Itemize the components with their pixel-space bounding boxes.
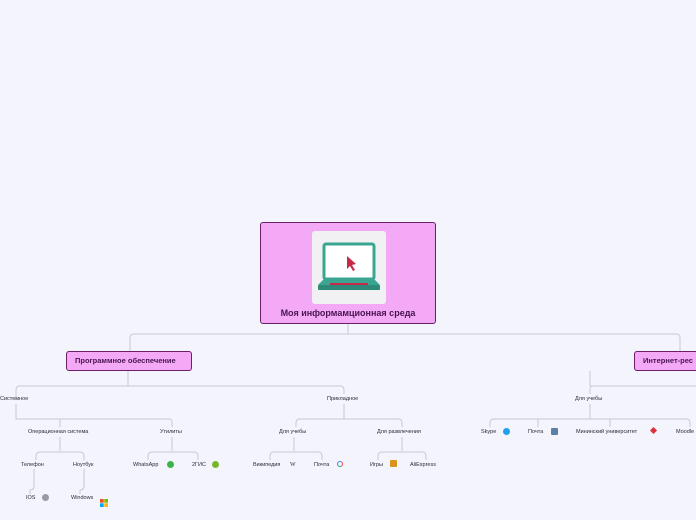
node-minin-university[interactable]: Мининский университет bbox=[576, 428, 637, 436]
2gis-icon bbox=[212, 461, 219, 468]
root-node[interactable]: Моя информамционная среда bbox=[260, 222, 436, 324]
node-wikipedia[interactable]: Википедия bbox=[253, 461, 280, 469]
node-phone[interactable]: Телефон bbox=[21, 461, 44, 469]
branch-software[interactable]: Программное обеспечение bbox=[66, 351, 192, 371]
apple-icon bbox=[42, 494, 49, 501]
node-whatsapp[interactable]: WhatsApp bbox=[133, 461, 158, 469]
node-skype[interactable]: Skype bbox=[481, 428, 496, 436]
node-os[interactable]: Операционная система bbox=[28, 428, 88, 436]
node-moodle[interactable]: Moodle bbox=[676, 428, 694, 436]
branch-internet-resources[interactable]: Интернет-рес bbox=[634, 351, 696, 371]
skype-icon bbox=[503, 428, 510, 435]
node-2gis[interactable]: 2ГИС bbox=[192, 461, 206, 469]
node-mail-right[interactable]: Почта bbox=[528, 428, 543, 436]
node-system[interactable]: Системное bbox=[0, 395, 28, 403]
wikipedia-icon: W bbox=[290, 462, 296, 468]
node-mail-left[interactable]: Почта bbox=[314, 461, 329, 469]
node-for-study-left[interactable]: Для учебы bbox=[279, 428, 306, 436]
node-windows[interactable]: Windows bbox=[71, 494, 93, 502]
laptop-cursor-icon bbox=[312, 231, 386, 304]
node-for-study-right[interactable]: Для учебы bbox=[575, 395, 602, 403]
node-ios[interactable]: IOS bbox=[26, 494, 35, 502]
node-laptop[interactable]: Ноутбук bbox=[73, 461, 93, 469]
node-games[interactable]: Игры bbox=[370, 461, 383, 469]
whatsapp-icon bbox=[167, 461, 174, 468]
node-aliexpress[interactable]: AliExpress bbox=[410, 461, 436, 469]
google-icon bbox=[337, 461, 343, 467]
node-entertainment[interactable]: Для развлечения bbox=[377, 428, 421, 436]
root-title: Моя информамционная среда bbox=[280, 308, 416, 318]
games-icon bbox=[390, 460, 397, 467]
node-utilities[interactable]: Утилиты bbox=[160, 428, 182, 436]
mail-icon bbox=[551, 428, 558, 435]
node-applied[interactable]: Прикладное bbox=[327, 395, 358, 403]
windows-icon bbox=[100, 494, 108, 507]
